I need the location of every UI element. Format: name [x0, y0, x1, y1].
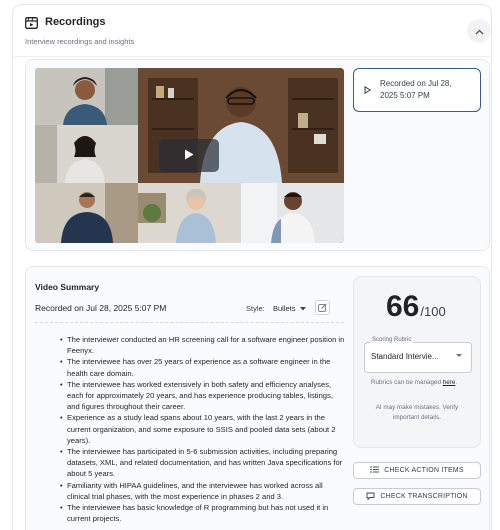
- video-player[interactable]: [35, 68, 344, 243]
- list-item: Experience as a study lead spans about 1…: [60, 412, 345, 446]
- play-icon: [184, 147, 194, 165]
- rubric-label: Scoring Rubric: [370, 337, 414, 343]
- list-item: The interviewee has over 25 years of exp…: [60, 356, 345, 378]
- rubric-note: Rubrics can be managed here.: [371, 379, 458, 386]
- recording-icon: [25, 16, 38, 29]
- caret-down-icon: [299, 304, 306, 313]
- chat-icon: [366, 492, 375, 502]
- recording-item[interactable]: Recorded on Jul 28, 2025 5:07 PM: [353, 68, 481, 112]
- check-action-items-label: CHECK ACTION ITEMS: [384, 467, 464, 474]
- style-select[interactable]: Bullets: [273, 304, 306, 313]
- score-display: 66 /100: [386, 290, 446, 324]
- list-item: The interviewee has participated in 5-6 …: [60, 446, 345, 480]
- video-summary-title: Video Summary: [35, 282, 100, 292]
- check-action-items-button[interactable]: CHECK ACTION ITEMS: [353, 462, 481, 479]
- summary-divider: [35, 322, 344, 323]
- ai-disclaimer: AI may make mistakes. Verify important d…: [375, 404, 459, 421]
- caret-down-icon: [456, 354, 462, 357]
- edit-icon: [318, 299, 327, 317]
- chevron-up-icon: [475, 22, 484, 40]
- recordings-header: Recordings Interview recordings and insi…: [25, 16, 134, 46]
- participant-tile: [241, 183, 344, 243]
- check-transcription-button[interactable]: CHECK TRANSCRIPTION: [353, 488, 481, 505]
- list-item: The interviewee has basic knowledge of R…: [60, 502, 345, 524]
- page-subtitle: Interview recordings and insights: [25, 37, 135, 46]
- participant-tile: [35, 183, 138, 243]
- page-title: Recordings: [45, 16, 106, 28]
- participant-tile: [35, 125, 138, 183]
- participant-tile: [138, 183, 241, 243]
- style-label: Style:: [246, 304, 265, 313]
- list-icon: [370, 466, 380, 475]
- summary-recorded-date: Recorded on Jul 28, 2025 5:07 PM: [35, 303, 167, 313]
- list-item: Familiarity with HIPAA guidelines, and t…: [60, 480, 345, 502]
- score-value: 66: [386, 290, 420, 323]
- recording-time: 2025 5:07 PM: [380, 91, 430, 100]
- list-item: The interviewee has worked extensively i…: [60, 379, 345, 413]
- style-value: Bullets: [273, 304, 296, 313]
- summary-bullets: The interviewer conducted an HR screenin…: [60, 334, 345, 524]
- rubric-manage-link[interactable]: here: [443, 379, 456, 386]
- list-item: The interviewer conducted an HR screenin…: [60, 334, 345, 356]
- score-max: /100: [420, 304, 446, 319]
- recording-date: Recorded on Jul 28,: [380, 79, 452, 88]
- play-button[interactable]: [159, 139, 219, 172]
- edit-button[interactable]: [315, 300, 330, 315]
- header-divider: [12, 56, 492, 57]
- collapse-button[interactable]: [467, 19, 491, 43]
- participant-tile: [35, 68, 138, 125]
- rubric-value: Standard Intervie...: [371, 352, 439, 361]
- check-transcription-label: CHECK TRANSCRIPTION: [380, 493, 468, 500]
- play-outline-icon: [364, 81, 372, 99]
- recording-timestamp: Recorded on Jul 28, 2025 5:07 PM: [380, 78, 452, 102]
- rubric-note-text: Rubrics can be managed: [371, 379, 442, 386]
